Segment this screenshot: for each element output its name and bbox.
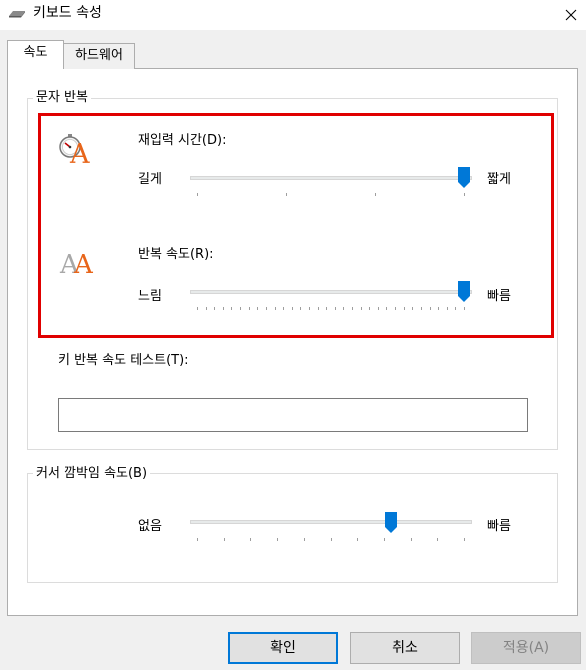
rate-tick xyxy=(386,307,387,310)
rate-slider-track[interactable] xyxy=(190,290,472,294)
rate-tick xyxy=(266,307,267,310)
rate-tick xyxy=(223,307,224,310)
double-a-icon: A A xyxy=(60,250,93,280)
cursor-tick xyxy=(357,538,358,541)
cancel-button[interactable]: 취소 xyxy=(350,632,460,664)
repeat-test-input[interactable] xyxy=(58,398,528,432)
rate-tick xyxy=(318,307,319,310)
cursor-slider-thumb[interactable] xyxy=(385,512,397,534)
rate-tick xyxy=(283,307,284,310)
cursor-tick xyxy=(277,538,278,541)
tab-hardware[interactable]: 하드웨어 xyxy=(63,43,135,69)
rate-tick xyxy=(326,307,327,310)
rate-tick xyxy=(395,307,396,310)
rate-tick xyxy=(249,307,250,310)
rate-tick xyxy=(292,307,293,310)
rate-tick xyxy=(361,307,362,310)
stopwatch-a-icon: A xyxy=(58,132,98,170)
cursor-tick xyxy=(411,538,412,541)
cursor-group xyxy=(27,473,558,583)
rate-tick xyxy=(421,307,422,310)
delay-right-label: 짧게 xyxy=(487,172,511,187)
rate-tick xyxy=(240,307,241,310)
cursor-tick xyxy=(250,538,251,541)
rate-tick xyxy=(352,307,353,310)
rate-tick xyxy=(438,307,439,310)
title-bar: 키보드 속성 xyxy=(0,0,586,30)
keyboard-icon xyxy=(9,11,25,18)
cursor-tick xyxy=(224,538,225,541)
cursor-left-label: 없음 xyxy=(138,519,162,534)
close-icon xyxy=(565,9,577,21)
delay-label: 재입력 시간(D): xyxy=(138,133,227,148)
cursor-slider-track[interactable] xyxy=(190,520,472,524)
rate-tick xyxy=(206,307,207,310)
rate-tick xyxy=(257,307,258,310)
rate-tick xyxy=(447,307,448,310)
rate-tick xyxy=(343,307,344,310)
rate-tick xyxy=(214,307,215,310)
rate-tick xyxy=(335,307,336,310)
apply-button[interactable]: 적용(A) xyxy=(471,632,581,664)
rate-tick xyxy=(309,307,310,310)
window-title: 키보드 속성 xyxy=(33,5,102,21)
ok-button[interactable]: 확인 xyxy=(228,632,338,664)
highlight-box xyxy=(38,113,554,338)
rate-tick xyxy=(300,307,301,310)
cursor-tick xyxy=(437,538,438,541)
delay-slider-thumb[interactable] xyxy=(458,167,470,189)
delay-tick xyxy=(375,193,376,196)
rate-tick xyxy=(369,307,370,310)
cursor-tick xyxy=(464,538,465,541)
rate-tick xyxy=(197,307,198,310)
repeat-test-label: 키 반복 속도 테스트(T): xyxy=(58,353,189,368)
tab-speed[interactable]: 속도 xyxy=(7,40,64,69)
rate-tick xyxy=(231,307,232,310)
close-button[interactable] xyxy=(556,0,586,30)
repeat-group-title: 문자 반복 xyxy=(33,90,91,106)
rate-tick xyxy=(404,307,405,310)
rate-left-label: 느림 xyxy=(138,289,162,304)
cursor-group-title: 커서 깜박임 속도(B) xyxy=(33,466,151,482)
rate-tick xyxy=(412,307,413,310)
delay-slider-track[interactable] xyxy=(190,176,472,180)
rate-right-label: 빠름 xyxy=(487,289,511,304)
cursor-right-label: 빠름 xyxy=(487,519,511,534)
delay-tick xyxy=(286,193,287,196)
cursor-tick xyxy=(197,538,198,541)
rate-slider-thumb[interactable] xyxy=(458,281,470,303)
rate-tick xyxy=(455,307,456,310)
rate-label: 반복 속도(R): xyxy=(138,247,214,262)
rate-tick xyxy=(378,307,379,310)
rate-tick xyxy=(430,307,431,310)
rate-tick xyxy=(464,307,465,310)
cursor-tick xyxy=(384,538,385,541)
cursor-tick xyxy=(304,538,305,541)
rate-tick xyxy=(275,307,276,310)
delay-tick xyxy=(197,193,198,196)
delay-left-label: 길게 xyxy=(138,172,162,187)
delay-tick xyxy=(464,193,465,196)
cursor-tick xyxy=(331,538,332,541)
